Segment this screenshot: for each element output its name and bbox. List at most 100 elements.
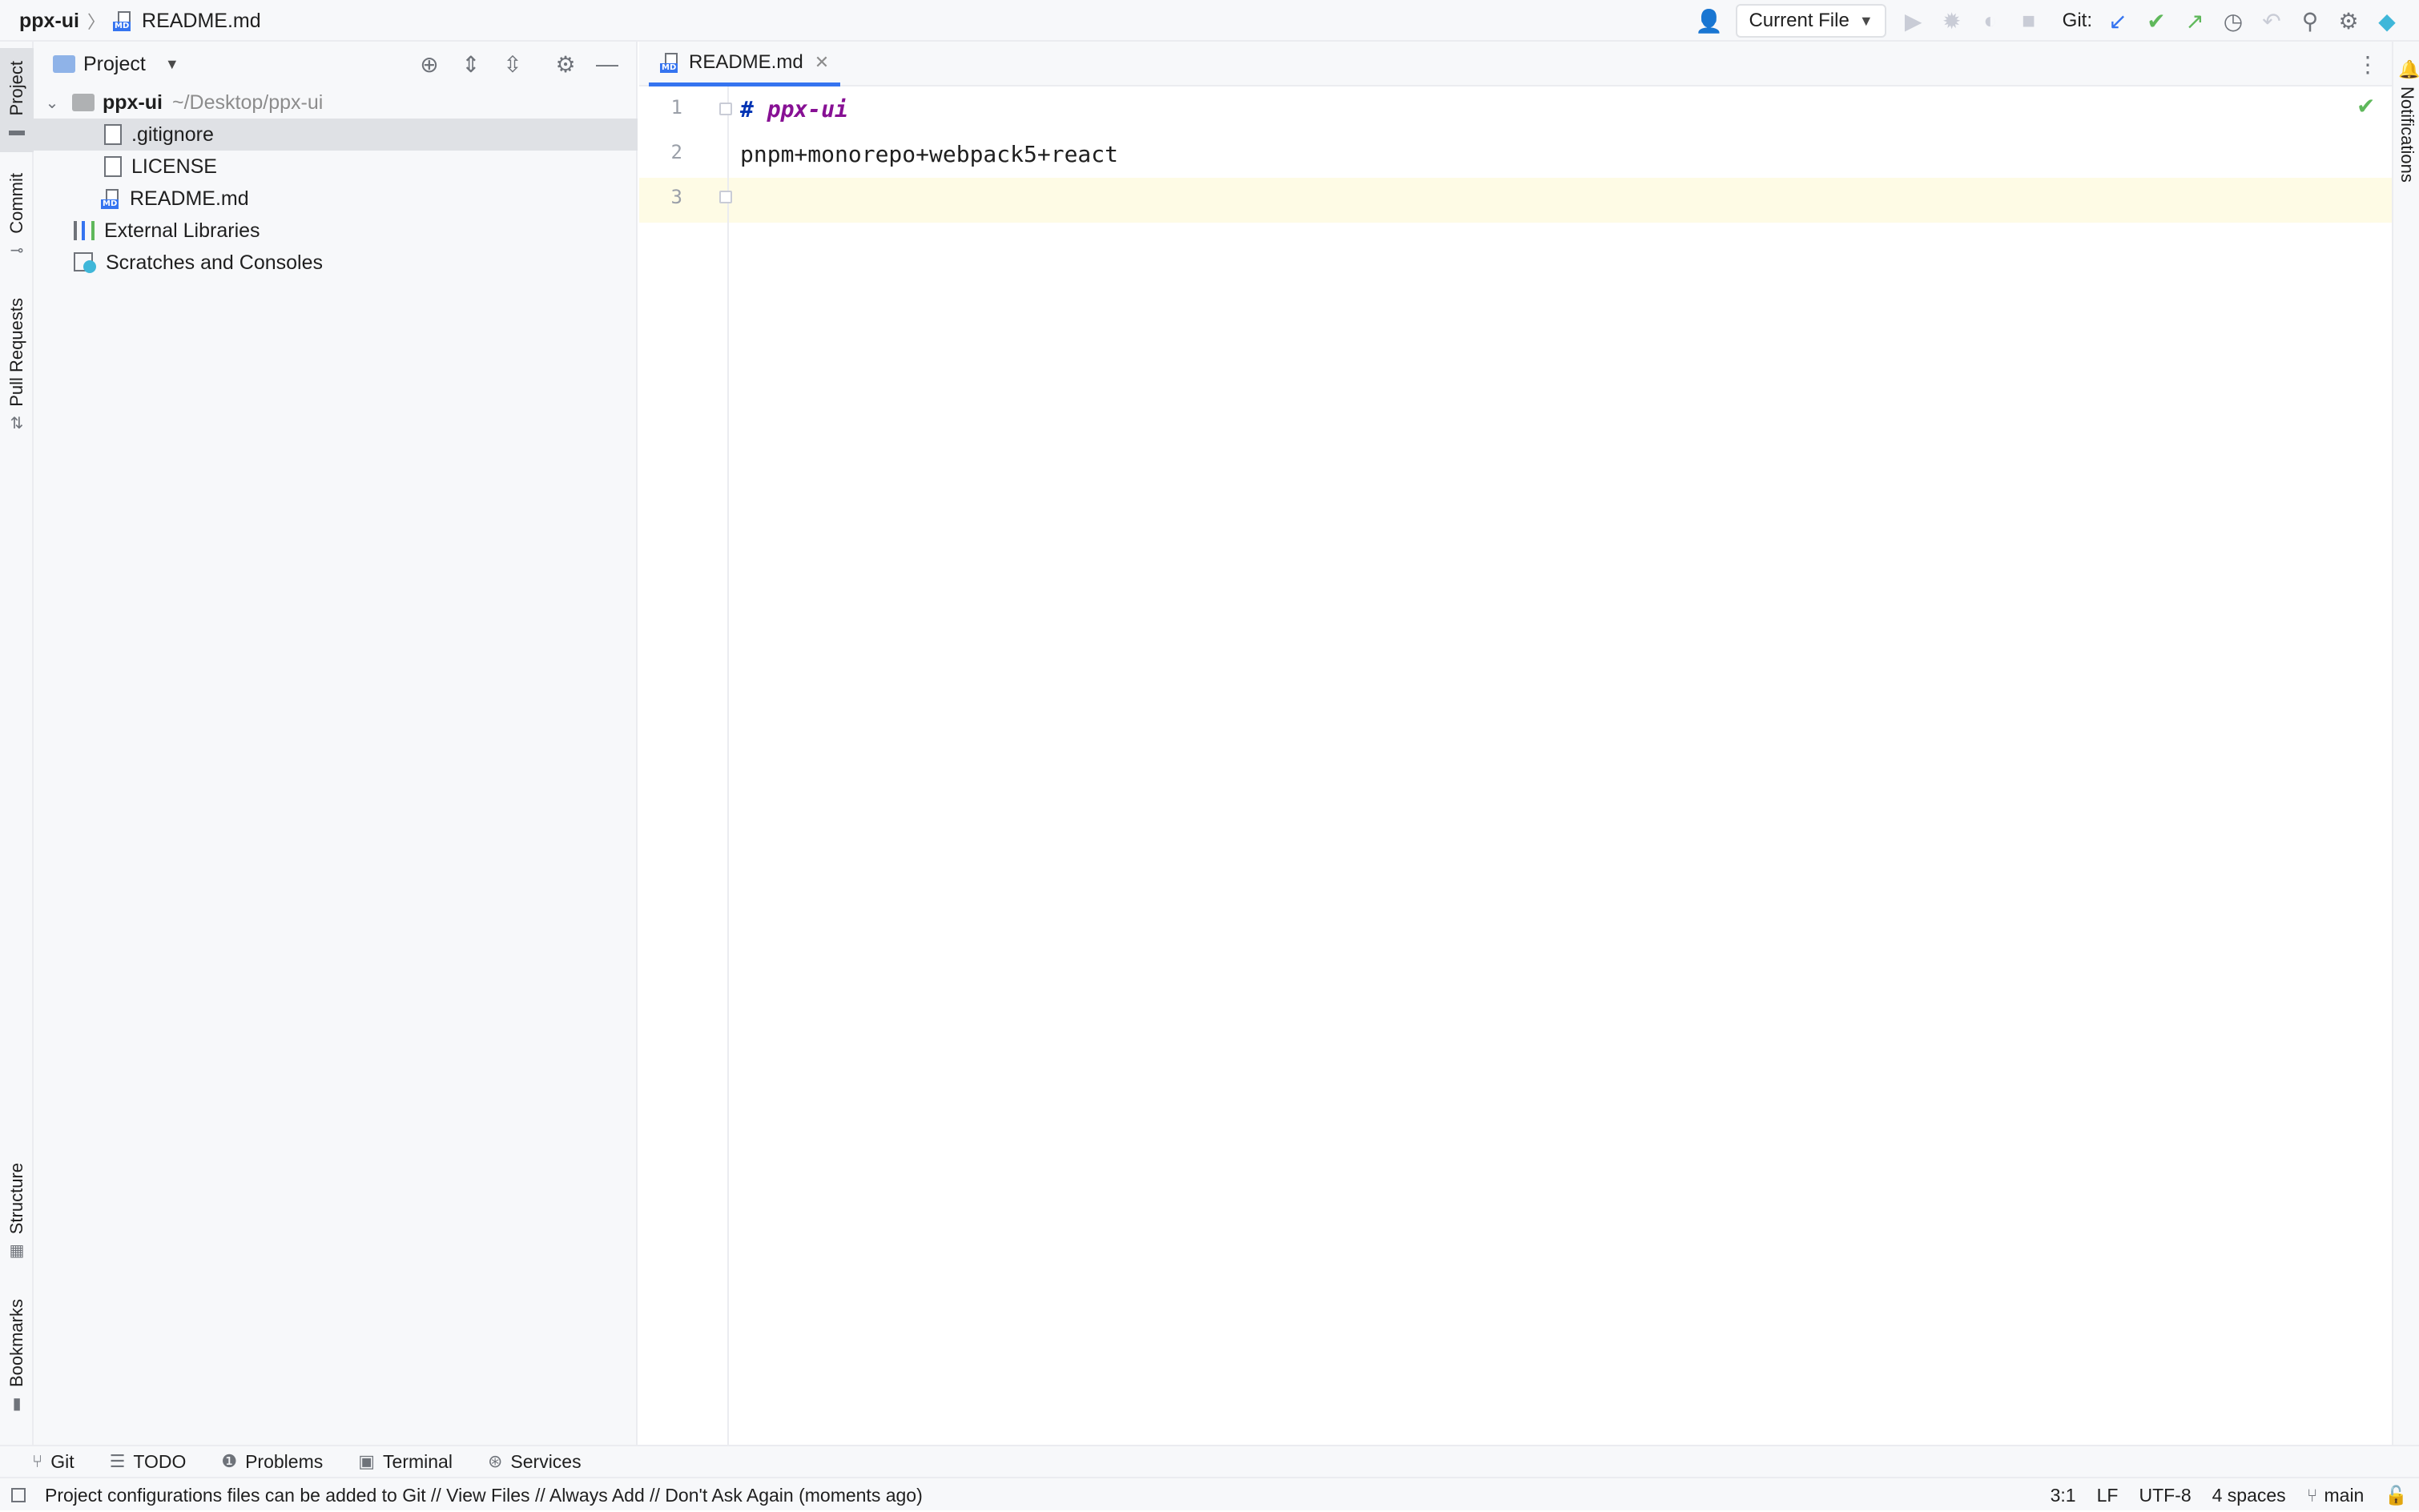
breadcrumb: ppx-ui 〉 MD README.md xyxy=(19,0,261,42)
services-icon: ⊛ xyxy=(487,1451,503,1471)
search-icon[interactable]: ⚲ xyxy=(2291,0,2329,42)
locate-file-icon[interactable]: ⊕ xyxy=(409,51,450,78)
breadcrumb-file[interactable]: README.md xyxy=(142,10,261,33)
caret-position[interactable]: 3:1 xyxy=(2051,1485,2076,1506)
history-icon[interactable]: ◷ xyxy=(2214,0,2252,42)
more-options-icon[interactable]: ⋮ xyxy=(2357,42,2379,86)
folder-icon: ▬ xyxy=(9,122,25,140)
tool-tab-structure[interactable]: Structure ▦ xyxy=(0,1163,34,1283)
tool-button-problems[interactable]: ❶ Problems xyxy=(221,1451,323,1473)
stop-icon[interactable]: ■ xyxy=(2010,0,2048,42)
inspection-ok-icon[interactable]: ✔ xyxy=(2357,93,2375,119)
line-number: 1 xyxy=(670,96,682,119)
tree-item-scratches[interactable]: Scratches and Consoles xyxy=(34,247,638,279)
line-number: 2 xyxy=(670,141,682,163)
git-branch-icon: ⑂ xyxy=(32,1451,43,1471)
lock-icon[interactable]: 🔓 xyxy=(2385,1485,2408,1506)
chevron-down-icon[interactable]: ⌄ xyxy=(42,93,62,113)
tool-button-services[interactable]: ⊛ Services xyxy=(488,1451,582,1473)
gear-icon[interactable]: ⚙ xyxy=(545,51,586,78)
tool-tab-bookmarks[interactable]: Bookmarks ▮ xyxy=(0,1299,34,1427)
editor-tab-bar: MD README.md ✕ ⋮ xyxy=(639,42,2392,86)
tree-item-label: External Libraries xyxy=(104,219,260,242)
editor-gutter: 1 2 3 xyxy=(639,86,732,1445)
tree-item-path: ~/Desktop/ppx-ui xyxy=(172,90,324,114)
breadcrumb-project[interactable]: ppx-ui xyxy=(19,10,79,33)
scratches-icon xyxy=(74,252,96,273)
debug-icon[interactable]: ✹ xyxy=(1933,0,1971,42)
navigation-bar: ppx-ui 〉 MD README.md 👤 Current File ▼ ▶… xyxy=(0,0,2419,42)
tool-tab-project[interactable]: Project ▬ xyxy=(0,48,34,152)
tree-item-label: README.md xyxy=(130,187,249,210)
main-toolbar: 👤 Current File ▼ ▶ ✹ ◐ ■ Git: ↙ ✔ ↗ ◷ ↶ … xyxy=(1689,0,2406,42)
git-branch-icon: ⑂ xyxy=(2306,1484,2318,1506)
editor-tab-readme[interactable]: MD README.md ✕ xyxy=(649,42,841,86)
run-icon[interactable]: ▶ xyxy=(1894,0,1933,42)
tool-button-terminal[interactable]: ▣ Terminal xyxy=(358,1451,453,1473)
expand-all-icon[interactable]: ⇕ xyxy=(450,51,492,78)
git-commit-icon[interactable]: ✔ xyxy=(2137,0,2175,42)
tree-item-external-libraries[interactable]: External Libraries xyxy=(34,215,638,247)
library-icon xyxy=(74,221,95,240)
tool-windows-toggle-icon[interactable] xyxy=(11,1488,26,1502)
hide-panel-icon[interactable]: — xyxy=(586,51,628,77)
status-message-text: Project configurations files can be adde… xyxy=(45,1484,923,1506)
markdown-file-icon: MD xyxy=(660,52,681,73)
tool-tab-label: Commit xyxy=(6,173,26,234)
code-line-2: pnpm+monorepo+webpack5+react xyxy=(740,140,1119,167)
tool-tab-label: Bookmarks xyxy=(6,1299,26,1388)
rollback-icon[interactable]: ↶ xyxy=(2252,0,2291,42)
tree-item-readme[interactable]: MD README.md xyxy=(34,183,638,215)
tool-tab-notifications[interactable]: Notifications xyxy=(2397,86,2417,183)
project-view-selector[interactable]: Project ▼ xyxy=(53,53,179,76)
run-configuration-label: Current File xyxy=(1749,10,1849,31)
bookmark-icon: ▮ xyxy=(12,1395,22,1413)
chevron-down-icon: ▼ xyxy=(164,55,179,72)
markdown-file-icon: MD xyxy=(101,188,122,209)
folder-icon xyxy=(72,94,95,111)
collapse-all-icon[interactable]: ⇳ xyxy=(492,51,533,78)
line-separator[interactable]: LF xyxy=(2097,1485,2119,1506)
tree-item-root[interactable]: ⌄ ppx-ui ~/Desktop/ppx-ui xyxy=(34,86,638,119)
structure-icon: ▦ xyxy=(9,1242,25,1261)
account-icon[interactable]: 👤 xyxy=(1689,0,1728,42)
tool-button-label: TODO xyxy=(133,1450,187,1472)
bell-icon[interactable]: 🔔 xyxy=(2398,59,2419,80)
tool-button-label: Git xyxy=(50,1450,74,1472)
gear-icon[interactable]: ⚙ xyxy=(2329,0,2368,42)
tree-item-gitignore[interactable]: .gitignore xyxy=(34,119,638,151)
tool-button-todo[interactable]: ☰ TODO xyxy=(110,1451,187,1473)
run-configuration-select[interactable]: Current File ▼ xyxy=(1736,4,1886,38)
breadcrumb-separator-icon: 〉 xyxy=(87,12,106,32)
toolbox-icon[interactable]: ◆ xyxy=(2368,0,2406,42)
git-update-icon[interactable]: ↙ xyxy=(2099,0,2137,42)
editor-text-area[interactable]: # ppx-ui pnpm+monorepo+webpack5+react xyxy=(731,86,2392,1445)
coverage-icon[interactable]: ◐ xyxy=(1971,0,2010,42)
project-panel-header: Project ▼ ⊕ ⇕ ⇳ ⚙ — xyxy=(34,42,638,86)
status-message[interactable]: Project configurations files can be adde… xyxy=(11,1478,923,1512)
code-line-1: # ppx-ui xyxy=(740,86,848,131)
tree-item-label: .gitignore xyxy=(131,123,214,146)
text-file-icon xyxy=(104,156,122,177)
tool-tab-commit[interactable]: Commit ⊸ xyxy=(0,173,34,277)
markdown-file-icon: MD xyxy=(113,10,134,31)
project-tree: ⌄ ppx-ui ~/Desktop/ppx-ui .gitignore LIC… xyxy=(34,86,638,279)
terminal-icon: ▣ xyxy=(358,1451,376,1471)
git-push-icon[interactable]: ↗ xyxy=(2175,0,2214,42)
heading-text: ppx-ui xyxy=(767,95,848,123)
project-view-icon xyxy=(53,55,75,73)
left-tool-strip: Project ▬ Commit ⊸ Pull Requests ⇅ Struc… xyxy=(0,42,34,1445)
file-encoding[interactable]: UTF-8 xyxy=(2139,1485,2191,1506)
chevron-down-icon: ▼ xyxy=(1858,12,1874,29)
tree-item-label: ppx-ui xyxy=(103,90,163,114)
tree-item-label: Scratches and Consoles xyxy=(106,251,323,274)
project-panel-title: Project xyxy=(83,52,146,75)
project-panel-actions: ⊕ ⇕ ⇳ ⚙ — xyxy=(409,42,628,86)
tool-button-git[interactable]: ⑂ Git xyxy=(32,1451,74,1473)
tree-item-license[interactable]: LICENSE xyxy=(34,151,638,183)
close-icon[interactable]: ✕ xyxy=(815,52,829,73)
tool-tab-label: Structure xyxy=(6,1163,26,1235)
git-branch[interactable]: main xyxy=(2324,1485,2365,1506)
tool-tab-pull-requests[interactable]: Pull Requests ⇅ xyxy=(0,298,34,442)
indent-setting[interactable]: 4 spaces xyxy=(2212,1485,2286,1506)
